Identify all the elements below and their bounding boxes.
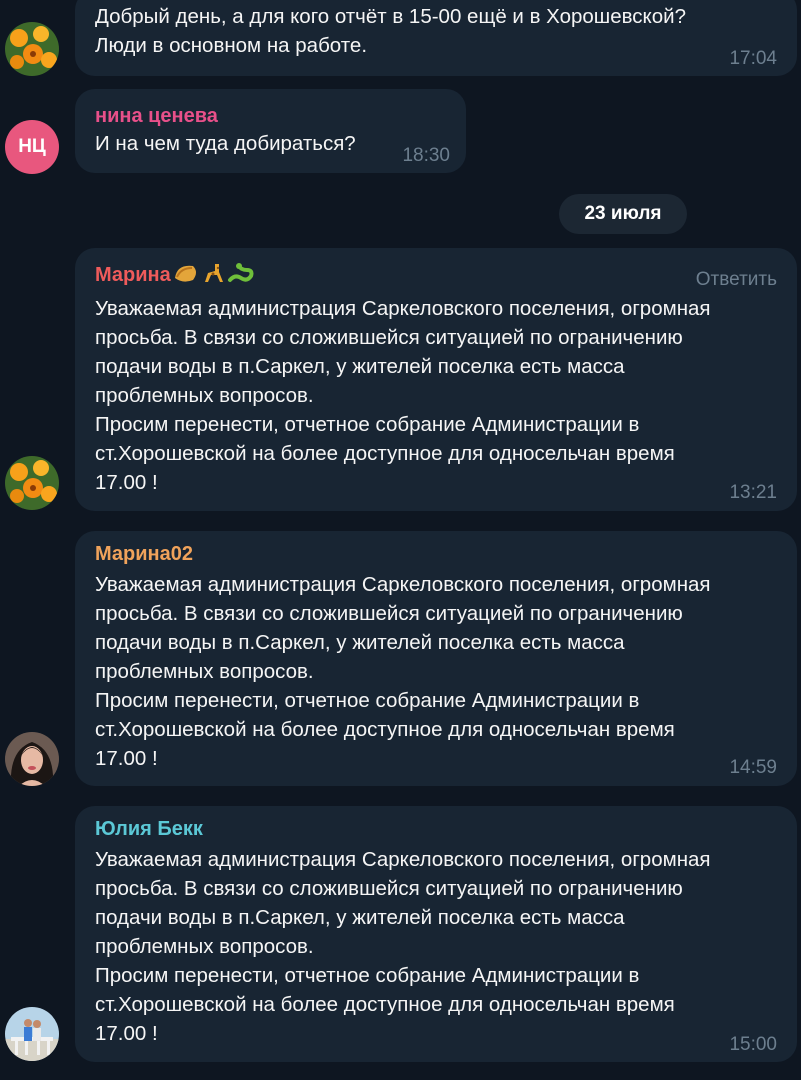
message-bubble[interactable]: Марина02 Уважаемая администрация Саркело… [75, 531, 797, 786]
message-time: 13:21 [729, 482, 777, 503]
message-bubble[interactable]: Марина Ответить Уважаемая администрация … [75, 248, 797, 511]
message-bubble[interactable]: Юлия Бекк Уважаемая администрация Саркел… [75, 806, 797, 1062]
message-time: 18:30 [402, 145, 450, 166]
author-name[interactable]: нина ценева [95, 103, 446, 129]
chat-history[interactable]: Добрый день, а для кого отчёт в 15-00 ещ… [0, 0, 801, 1080]
author-name[interactable]: Юлия Бекк [95, 816, 777, 842]
avatar-marina02[interactable] [5, 732, 59, 786]
message-text: Уважаемая администрация Саркеловского по… [95, 573, 711, 770]
avatar-nina[interactable]: НЦ [5, 120, 59, 174]
avatar-marina-flowers[interactable] [5, 456, 59, 510]
avatar-initials: НЦ [18, 136, 46, 157]
reply-button[interactable]: Ответить [696, 265, 777, 294]
message-bubble[interactable]: Добрый день, а для кого отчёт в 15-00 ещ… [75, 0, 797, 76]
author-name-text: Марина [95, 264, 171, 286]
message-time: 14:59 [729, 757, 777, 778]
message-time: 17:04 [729, 48, 777, 69]
author-name[interactable]: Марина02 [95, 541, 777, 567]
avatar-marina-flowers[interactable] [5, 22, 59, 76]
message-text: Уважаемая администрация Саркеловского по… [95, 848, 711, 1045]
message-bubble[interactable]: нина ценева И на чем туда добираться? 18… [75, 89, 466, 173]
melon-emoji-icon [173, 262, 199, 291]
author-name[interactable]: Марина [95, 262, 777, 291]
message-text: И на чем туда добираться? [95, 132, 356, 155]
giraffe-emoji-icon [201, 262, 225, 291]
message-time: 15:00 [729, 1034, 777, 1055]
message-text: Добрый день, а для кого отчёт в 15-00 ещ… [95, 5, 687, 57]
date-separator: 23 июля [559, 194, 687, 234]
avatar-yulia[interactable] [5, 1007, 59, 1061]
message-text: Уважаемая администрация Саркеловского по… [95, 297, 711, 494]
snake-emoji-icon [227, 262, 255, 291]
